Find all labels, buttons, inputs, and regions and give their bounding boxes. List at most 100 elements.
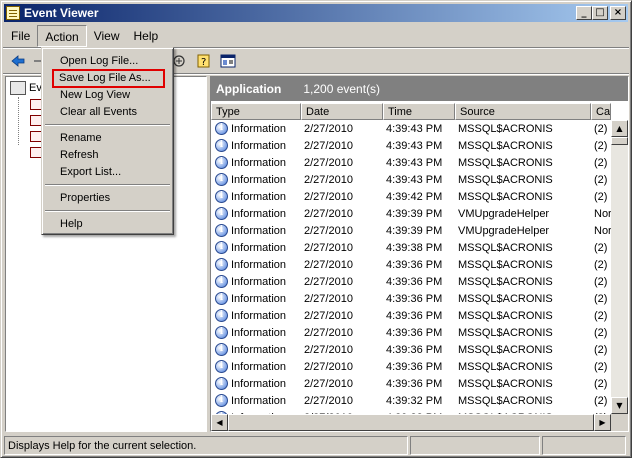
scroll-right-button[interactable]: ▶ (594, 414, 611, 431)
information-icon: i (215, 241, 228, 254)
cell-text: MSSQL$ACRONIS (458, 360, 553, 373)
menu-item-help[interactable]: Help (45, 216, 170, 233)
table-cell: iInformation (211, 173, 301, 186)
cell-text: (2) (594, 156, 608, 169)
table-cell: MSSQL$ACRONIS (455, 361, 591, 373)
scroll-left-button[interactable]: ◀ (211, 414, 228, 431)
minimize-button[interactable]: _ (576, 6, 592, 20)
table-cell: 2/27/2010 (301, 123, 383, 135)
scroll-up-button[interactable]: ▲ (611, 120, 628, 137)
information-icon: i (215, 326, 228, 339)
information-icon: i (215, 343, 228, 356)
table-cell: 2/27/2010 (301, 140, 383, 152)
cell-text: Information (231, 309, 287, 322)
table-cell: (2) (591, 242, 611, 254)
cell-text: Nor (594, 207, 611, 220)
cell-text: Information (231, 377, 287, 390)
table-cell: 2/27/2010 (301, 174, 383, 186)
information-icon: i (215, 309, 228, 322)
cell-text: 2/27/2010 (304, 394, 353, 407)
cell-text: Information (231, 139, 287, 152)
table-row[interactable]: i Information 2/27/2010 4:39:43 PM MSSQL$ACR… (211, 137, 611, 154)
menu-action[interactable]: Action (37, 25, 87, 47)
horizontal-scrollbar[interactable]: ◀ ▶ (211, 414, 611, 431)
table-row[interactable]: i Information 2/27/2010 4:39:36 PM MSSQL$ACR… (211, 307, 611, 324)
help-book-icon[interactable]: ? (196, 53, 212, 69)
menu-item-refresh[interactable]: Refresh (45, 147, 170, 164)
table-cell: (2) (591, 259, 611, 271)
table-cell: iInformation (211, 343, 301, 356)
table-row[interactable]: i Information 2/27/2010 4:39:36 PM MSSQL$ACR… (211, 256, 611, 273)
vertical-scroll-thumb[interactable] (611, 137, 628, 145)
back-arrow-icon[interactable] (10, 53, 26, 69)
table-cell: VMUpgradeHelper (455, 208, 591, 220)
maximize-button[interactable]: □ (592, 6, 608, 20)
vertical-scrollbar[interactable]: ▲ ▼ (611, 120, 628, 414)
cell-text: 4:39:36 PM (386, 360, 443, 373)
menu-item-properties[interactable]: Properties (45, 190, 170, 207)
properties-icon[interactable] (220, 53, 236, 69)
table-row[interactable]: i Information 2/27/2010 4:39:42 PM MSSQL$ACR… (211, 188, 611, 205)
cell-text: Information (231, 360, 287, 373)
menu-file[interactable]: File (4, 25, 37, 47)
cell-text: MSSQL$ACRONIS (458, 122, 553, 135)
table-row[interactable]: i Information 2/27/2010 4:39:39 PM VMUpgrade… (211, 222, 611, 239)
table-row[interactable]: i Information 2/27/2010 4:39:43 PM MSSQL$ACR… (211, 154, 611, 171)
menu-view[interactable]: View (87, 25, 127, 47)
table-row[interactable]: i Information 2/27/2010 4:39:36 PM MSSQL$ACR… (211, 358, 611, 375)
cell-text: (2) (594, 122, 608, 135)
close-button[interactable]: × (610, 6, 626, 20)
menu-item-new-log-view[interactable]: New Log View (45, 87, 170, 104)
column-header-type[interactable]: Type (211, 103, 301, 120)
table-cell: 4:39:36 PM (383, 259, 455, 271)
cell-text: 2/27/2010 (304, 122, 353, 135)
table-cell: 4:39:32 PM (383, 395, 455, 407)
table-cell: 2/27/2010 (301, 327, 383, 339)
scroll-down-button[interactable]: ▼ (611, 397, 628, 414)
table-row[interactable]: i Information 2/27/2010 4:39:39 PM VMUpgrade… (211, 205, 611, 222)
column-header-date[interactable]: Date (301, 103, 383, 120)
cell-text: (2) (594, 360, 608, 373)
event-rows: i Information 2/27/2010 4:39:43 PM MSSQL$ACR… (211, 120, 611, 414)
table-cell: (2) (591, 378, 611, 390)
information-icon: i (215, 190, 228, 203)
menu-item-open-log-file[interactable]: Open Log File... (45, 53, 170, 70)
table-row[interactable]: i Information 2/27/2010 4:39:36 PM MSSQL$ACR… (211, 273, 611, 290)
table-row[interactable]: i Information 2/27/2010 4:39:36 PM MSSQL$ACR… (211, 375, 611, 392)
table-row[interactable]: i Information 2/27/2010 4:39:36 PM MSSQL$ACR… (211, 341, 611, 358)
information-icon: i (215, 292, 228, 305)
menu-item-rename[interactable]: Rename (45, 130, 170, 147)
information-icon: i (215, 139, 228, 152)
table-row[interactable]: i Information 2/27/2010 4:39:36 PM MSSQL$ACR… (211, 290, 611, 307)
table-cell: Nor (591, 208, 611, 220)
horizontal-scroll-thumb[interactable] (228, 414, 594, 431)
column-header-category[interactable]: Cat (591, 103, 611, 120)
table-cell: MSSQL$ACRONIS (455, 157, 591, 169)
table-cell: MSSQL$ACRONIS (455, 123, 591, 135)
table-row[interactable]: i Information 2/27/2010 4:39:43 PM MSSQL$ACR… (211, 171, 611, 188)
cell-text: 2/27/2010 (304, 275, 353, 288)
table-cell: MSSQL$ACRONIS (455, 310, 591, 322)
menu-help[interactable]: Help (127, 25, 166, 47)
menu-item-save-log-file-as[interactable]: Save Log File As... (52, 69, 165, 88)
menu-separator (45, 210, 170, 212)
table-cell: 4:39:42 PM (383, 191, 455, 203)
table-row[interactable]: i Information 2/27/2010 4:39:43 PM MSSQL$ACR… (211, 120, 611, 137)
cell-text: 4:39:36 PM (386, 275, 443, 288)
table-cell: MSSQL$ACRONIS (455, 259, 591, 271)
cell-text: MSSQL$ACRONIS (458, 343, 553, 356)
menu-item-export-list[interactable]: Export List... (45, 164, 170, 181)
cell-text: (2) (594, 139, 608, 152)
table-row[interactable]: i Information 2/27/2010 4:39:38 PM MSSQL$ACR… (211, 239, 611, 256)
tree-root[interactable]: Ev (10, 81, 42, 95)
menu-item-clear-all-events[interactable]: Clear all Events (45, 104, 170, 121)
information-icon: i (215, 156, 228, 169)
table-row[interactable]: i Information 2/27/2010 4:39:36 PM MSSQL$ACR… (211, 324, 611, 341)
column-header-source[interactable]: Source (455, 103, 591, 120)
cell-text: MSSQL$ACRONIS (458, 139, 553, 152)
column-header-time[interactable]: Time (383, 103, 455, 120)
cell-text: 4:39:43 PM (386, 173, 443, 186)
title-bar[interactable]: Event Viewer _ □ × (4, 4, 628, 22)
information-icon: i (215, 122, 228, 135)
table-row[interactable]: iInformation2/27/20104:39:32 PMMSSQL$ACR… (211, 392, 611, 409)
